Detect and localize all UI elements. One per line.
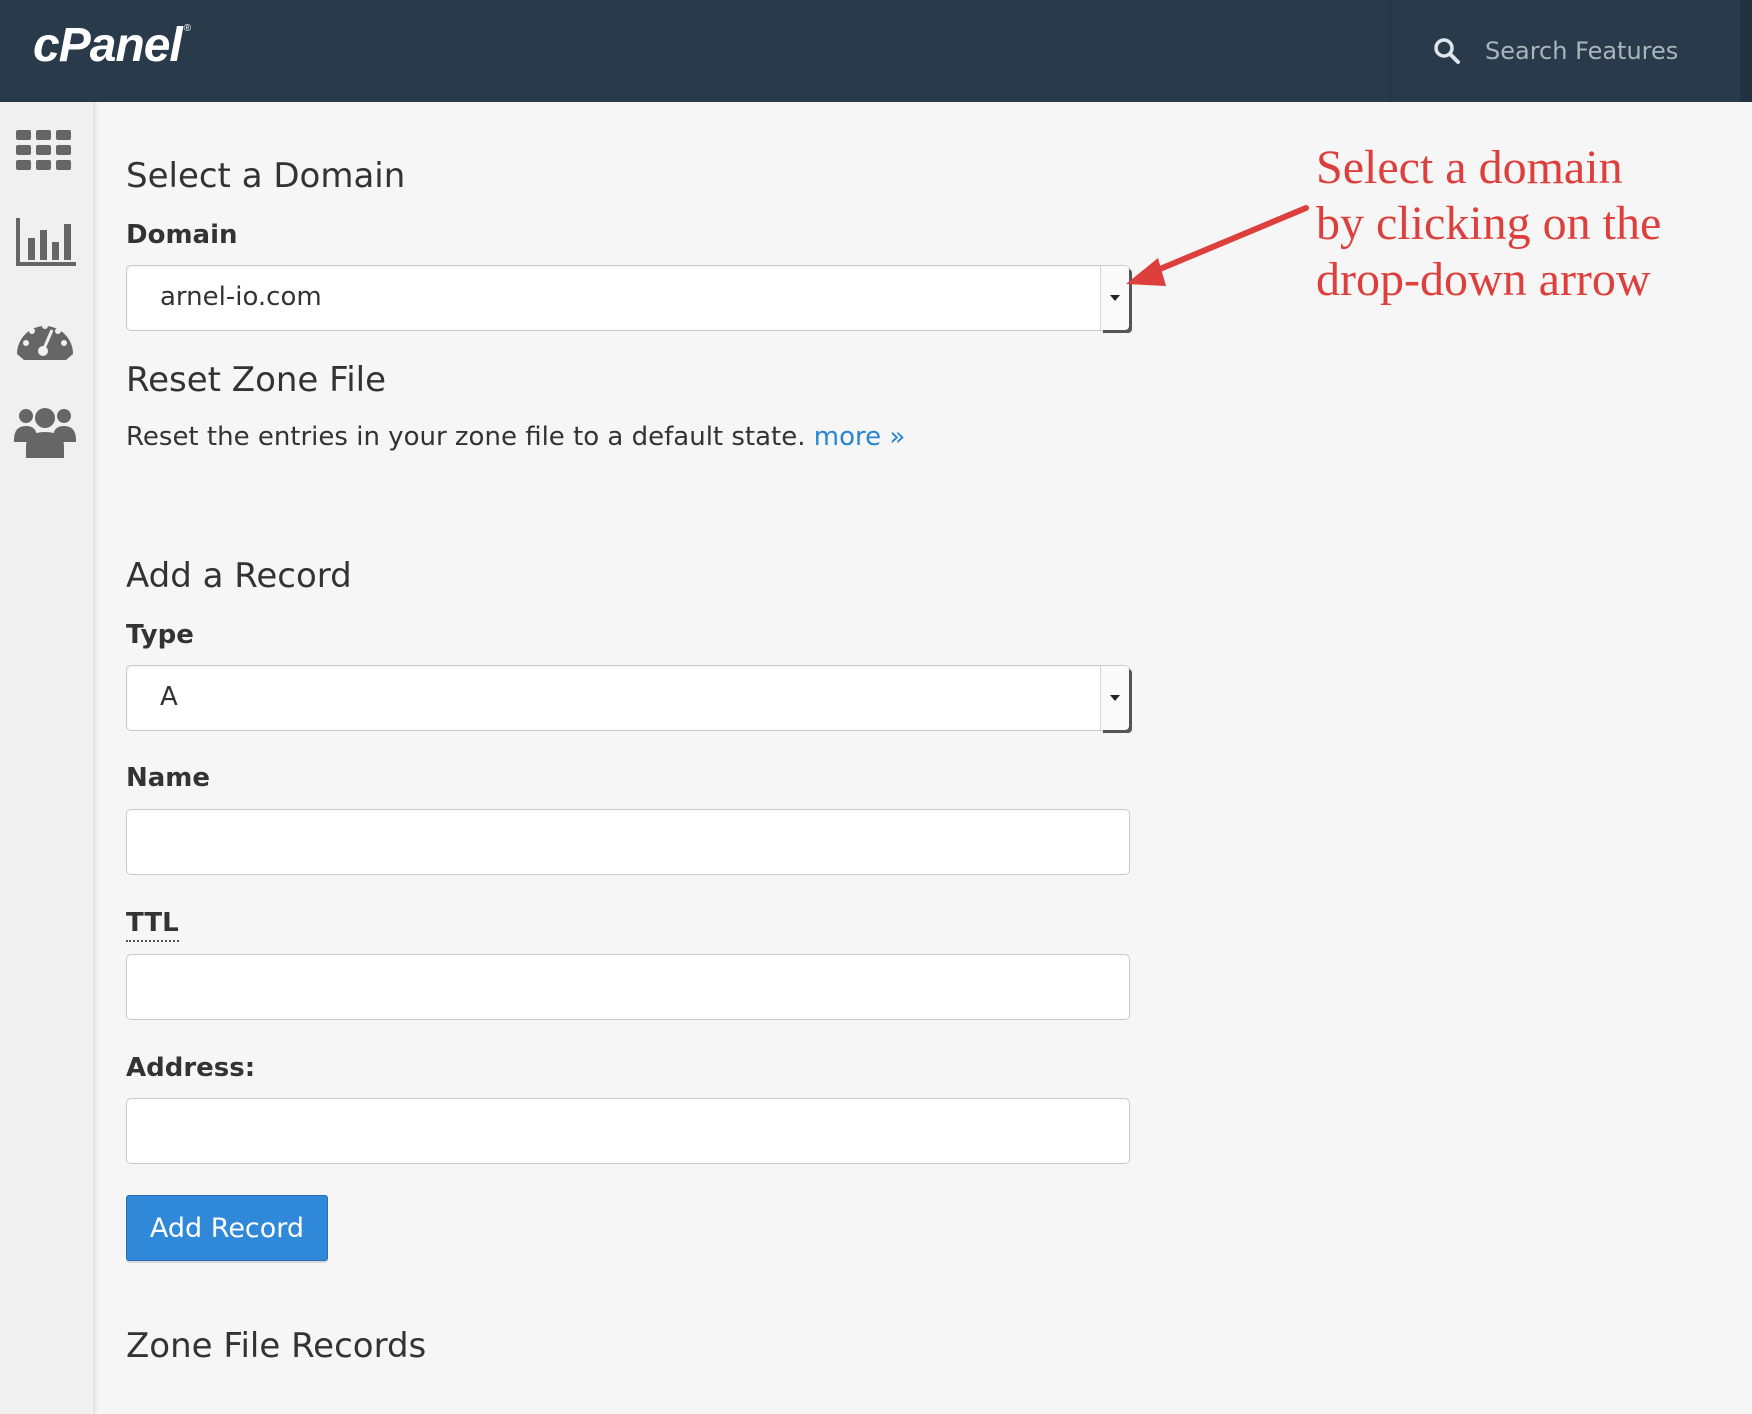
annotation-callout: Select a domain by clicking on the drop-… (1316, 140, 1661, 308)
annotation-line-3: drop-down arrow (1316, 253, 1651, 306)
reset-zone-heading: Reset Zone File (126, 360, 387, 400)
add-record-heading: Add a Record (126, 556, 352, 596)
name-field[interactable] (126, 809, 1130, 875)
domain-label: Domain (126, 220, 238, 250)
type-label: Type (126, 620, 194, 650)
annotation-arrow-icon (1126, 205, 1309, 286)
zone-file-records-heading: Zone File Records (126, 1326, 427, 1366)
ttl-field[interactable] (126, 954, 1130, 1020)
logo-registered-mark: ® (183, 23, 191, 34)
annotation-line-2: by clicking on the (1316, 197, 1662, 250)
dashboard-gauge-icon[interactable] (14, 314, 76, 370)
domain-select[interactable]: arnel-io.com (126, 265, 1130, 331)
search-icon (1433, 37, 1461, 65)
grid-icon[interactable] (14, 124, 76, 180)
logo-text: cPanel (33, 19, 183, 72)
address-label: Address: (126, 1053, 256, 1083)
reset-zone-description: Reset the entries in your zone file to a… (126, 422, 905, 452)
search-input[interactable] (1483, 36, 1717, 66)
domain-select-value: arnel-io.com (160, 282, 322, 312)
select-domain-heading: Select a Domain (126, 156, 406, 196)
topbar-edge (1740, 0, 1752, 102)
type-select-value: A (160, 682, 178, 712)
users-icon[interactable] (14, 402, 76, 458)
name-label: Name (126, 763, 211, 793)
type-select[interactable]: A (126, 665, 1130, 731)
bar-chart-icon[interactable] (14, 214, 78, 270)
top-navbar: cPanel ® (0, 0, 1752, 102)
more-link[interactable]: more » (814, 422, 906, 452)
sidebar (0, 102, 95, 1414)
cpanel-logo[interactable]: cPanel ® (33, 18, 191, 73)
ttl-label: TTL (126, 908, 179, 942)
search-features[interactable] (1391, 0, 1737, 102)
reset-zone-text: Reset the entries in your zone file to a… (126, 422, 806, 452)
type-dropdown-arrow-icon[interactable] (1100, 666, 1129, 730)
annotation-line-1: Select a domain (1316, 141, 1623, 194)
address-field[interactable] (126, 1098, 1130, 1164)
add-record-button[interactable]: Add Record (126, 1195, 328, 1261)
